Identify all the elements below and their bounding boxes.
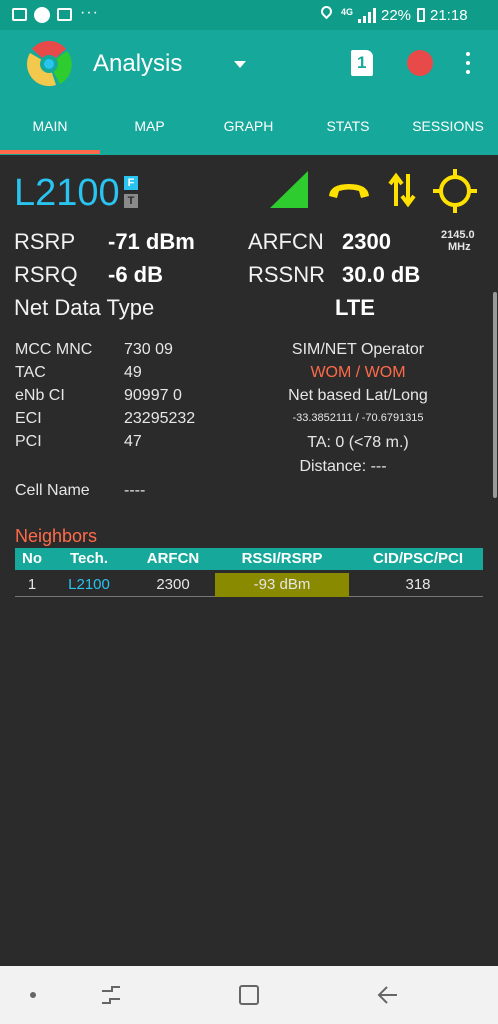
rsrp-value: -71 dBm: [108, 229, 195, 254]
latlong-value: -33.3852111 / -70.6791315: [292, 412, 424, 424]
pci-value: 47: [124, 433, 142, 450]
eci-label: ECI: [15, 410, 42, 427]
recent-apps-icon[interactable]: [100, 984, 122, 1006]
more-notifications-icon: ···: [80, 4, 99, 21]
tab-sessions[interactable]: SESSIONS: [398, 100, 498, 155]
distance: Distance: ---: [299, 458, 387, 475]
sim-badge-number: 1: [357, 53, 367, 72]
tab-stats[interactable]: STATS: [298, 100, 398, 155]
col-tech: Tech.: [69, 550, 109, 567]
nav-dot-icon[interactable]: [30, 992, 36, 998]
tab-bar: MAIN MAP GRAPH STATS SESSIONS: [0, 100, 498, 155]
caret-down-icon[interactable]: [234, 61, 246, 68]
arfcn-label: ARFCN: [248, 229, 324, 254]
cell-tech: L2100: [14, 172, 120, 214]
row-no: 1: [27, 576, 37, 593]
app-bar: Analysis 1: [0, 30, 498, 100]
status-bar: ··· 4G 22% 21:18: [0, 0, 498, 30]
neighbors-title: Neighbors: [15, 526, 98, 546]
row-cid: 318: [405, 576, 431, 593]
tab-map[interactable]: MAP: [100, 100, 199, 155]
cell-signal-icon: [358, 8, 376, 23]
net-data-type-value: LTE: [335, 295, 375, 320]
rsrq-label: RSRQ: [14, 262, 78, 287]
latlong-label: Net based Lat/Long: [288, 387, 428, 404]
enb-ci-label: eNb CI: [15, 387, 65, 404]
signal-triangle-icon: [270, 171, 308, 208]
updown-arrows-icon: [388, 172, 416, 208]
gallery-icon: [12, 8, 27, 21]
timing-advance: TA: 0 (<78 m.): [307, 434, 409, 451]
row-rssi: -93 dBm: [215, 573, 349, 597]
location-icon: [318, 3, 335, 20]
tab-graph[interactable]: GRAPH: [199, 100, 298, 155]
arfcn-value: 2300: [342, 229, 391, 254]
enb-ci-value: 90997 0: [124, 387, 182, 404]
system-nav-bar: [0, 966, 498, 1024]
col-rssi: RSSI/RSRP: [241, 550, 323, 567]
net-data-type-label: Net Data Type: [14, 295, 155, 320]
freq-value: 2145.0: [441, 229, 475, 241]
badge-t: T: [124, 194, 138, 208]
gps-target-icon[interactable]: [433, 169, 477, 213]
rssnr-label: RSSNR: [248, 262, 326, 287]
rsrp-label: RSRP: [14, 229, 76, 254]
cell-name-value: ----: [124, 482, 146, 499]
mcc-mnc-value: 730 09: [124, 341, 173, 358]
col-no: No: [22, 550, 42, 567]
tac-label: TAC: [15, 364, 46, 381]
row-tech: L2100: [68, 576, 110, 593]
image-blocked-icon: [57, 8, 72, 21]
freq-unit: MHz: [448, 241, 471, 253]
app-logo-icon: [26, 41, 72, 87]
table-row: 1 L2100 2300 -93 dBm 318: [15, 573, 483, 597]
mcc-mnc-label: MCC MNC: [15, 341, 93, 358]
eci-value: 23295232: [124, 410, 196, 427]
scrollbar-thumb[interactable]: [493, 292, 497, 498]
battery-icon: [417, 8, 425, 22]
col-cid: CID/PSC/PCI: [372, 550, 463, 567]
phone-call-icon: [329, 184, 369, 198]
operator-value: WOM / WOM: [310, 364, 406, 381]
col-arfcn: ARFCN: [146, 550, 200, 567]
record-button[interactable]: [407, 50, 433, 76]
rssnr-value: 30.0 dB: [342, 262, 421, 287]
neighbors-table-header: No Tech. ARFCN RSSI/RSRP CID/PSC/PCI: [15, 548, 483, 570]
screen-title[interactable]: Analysis: [93, 50, 182, 78]
operator-label: SIM/NET Operator: [291, 341, 425, 358]
network-type: 4G: [341, 7, 354, 17]
wom-notification-icon: [34, 7, 50, 23]
cell-name-label: Cell Name: [15, 482, 90, 499]
pci-label: PCI: [15, 433, 42, 450]
overflow-menu-icon[interactable]: [464, 52, 472, 76]
clock: 21:18: [430, 7, 468, 24]
tab-indicator: [0, 150, 100, 154]
battery-percent: 22%: [381, 7, 412, 24]
tac-value: 49: [124, 364, 142, 381]
badge-f: F: [124, 176, 138, 190]
home-button-icon[interactable]: [239, 985, 259, 1005]
back-arrow-icon[interactable]: [377, 984, 399, 1006]
rsrq-value: -6 dB: [108, 262, 163, 287]
row-arfcn: 2300: [156, 576, 190, 593]
tab-main[interactable]: MAIN: [0, 100, 100, 155]
